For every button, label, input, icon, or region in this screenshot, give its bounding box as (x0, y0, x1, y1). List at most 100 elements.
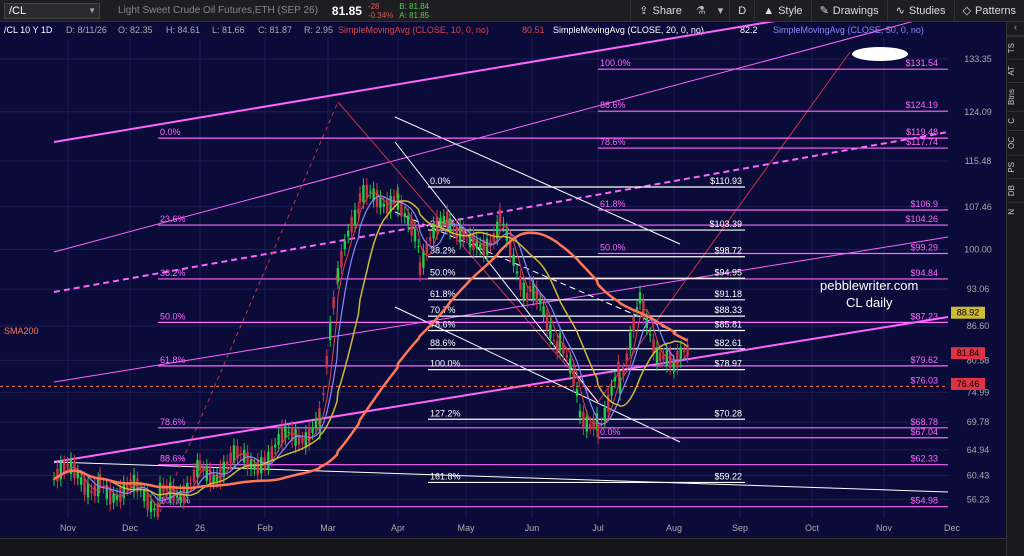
style-button[interactable]: ▲ Style (754, 0, 810, 22)
time-tick-label: Sep (732, 523, 748, 533)
candle-body (329, 322, 332, 340)
patterns-button[interactable]: ◇ Patterns (953, 0, 1024, 22)
candle-body (284, 426, 287, 439)
candle-body (332, 296, 335, 309)
candle-body (585, 416, 588, 432)
candle-body (635, 307, 639, 310)
sidebar-item-at[interactable]: AT (1006, 59, 1024, 82)
studies-icon: ∿ (895, 5, 905, 17)
candle-body (592, 419, 595, 430)
aggregation-button[interactable]: D (729, 0, 754, 22)
drawings-button[interactable]: ✎ Drawings (810, 0, 887, 22)
sidebar-item-ts[interactable]: TS (1006, 36, 1024, 60)
candle-body (322, 392, 325, 395)
fib-white-pct: 127.2% (430, 408, 461, 418)
price-tag-label: 81.84 (957, 348, 980, 358)
bottom-scrollbar[interactable] (0, 538, 1006, 556)
price-tick-label: 69.78 (967, 417, 990, 427)
fib-white-pct: 0.0% (430, 176, 451, 186)
fib-white-pct: 100.0% (430, 359, 461, 369)
studies-button[interactable]: ∿ Studies (886, 0, 954, 22)
fib-large-value: $104.26 (905, 214, 938, 224)
candle-body (400, 201, 403, 217)
symbol-text: /CL (9, 4, 27, 17)
sidebar-item-btns[interactable]: Btns (1006, 81, 1024, 111)
header-instrument: /CL 10 Y 1D (4, 25, 53, 35)
candle-body (515, 271, 519, 274)
drawings-label: Drawings (832, 4, 879, 17)
fib-large-value: $62.33 (910, 454, 938, 464)
candle-body (638, 292, 642, 304)
candle-body (369, 191, 372, 193)
price-chart[interactable]: /CL 10 Y 1D D: 8/11/26 O: 82.35 H: 84.61… (0, 0, 1006, 556)
fib-upper-pct: 0.0% (600, 427, 621, 437)
symbol-selector[interactable]: /CL ▼ (4, 2, 100, 19)
sma200-label: SMA200 (4, 326, 39, 336)
sidebar-item-n[interactable]: N (1006, 202, 1024, 222)
candle-body (267, 451, 270, 469)
change-pct: -0.34% (367, 10, 394, 20)
price-tick-label: 115.48 (965, 156, 992, 166)
candle-body (229, 452, 232, 463)
candle-body (519, 275, 522, 291)
chart-area[interactable]: /CL 10 Y 1D D: 8/11/26 O: 82.35 H: 84.61… (0, 0, 1006, 556)
candle-body (63, 462, 66, 473)
candle-body (357, 208, 360, 214)
time-tick-label: Jul (592, 523, 604, 533)
time-axis[interactable]: Nov Dec 26 Feb Mar Apr May Jun Jul Aug Sep Oct Nov De… (0, 520, 1006, 536)
fib-upper-pct: 61.8% (600, 199, 626, 209)
header-low: L: 81.66 (212, 25, 245, 35)
candle-body (189, 482, 192, 484)
fib-upper-pct: 78.6% (600, 137, 626, 147)
sidebar-item-c[interactable]: C (1006, 110, 1024, 130)
candle-body (143, 489, 146, 502)
candle-body (343, 240, 346, 250)
candle-body (575, 388, 579, 396)
price-axis[interactable]: 133.35 124.09 115.48 107.46 100.00 93.06 86.60… (950, 36, 1006, 520)
header-sma50-label: SimpleMovingAvg (CLOSE, 50, 0, no) (773, 25, 924, 35)
candle-body (498, 209, 502, 224)
candle-body (112, 493, 115, 503)
flask-icon[interactable]: ⚗ (690, 4, 712, 17)
candle-body (625, 353, 628, 362)
chevron-down-icon: ▼ (88, 6, 96, 15)
time-tick-label: May (457, 523, 475, 533)
candle-body (287, 431, 290, 433)
candle-body (66, 463, 69, 468)
candle-body (256, 459, 259, 475)
candle-body (226, 461, 229, 466)
chevron-down-icon[interactable]: ▾ (712, 4, 730, 17)
sidebar-collapse-icon[interactable]: ‹ (1006, 22, 1024, 36)
candle-body (596, 424, 600, 437)
candle-body (610, 386, 613, 396)
candle-body (410, 218, 413, 236)
fib-large-value: $79.62 (910, 355, 938, 365)
time-tick-label: 26 (195, 523, 205, 533)
fib-white-value: $82.61 (714, 338, 742, 348)
candle-body (311, 427, 314, 434)
candle-body (549, 324, 552, 338)
time-tick-label: Jun (525, 523, 540, 533)
candle-body (198, 460, 202, 471)
candle-body (565, 354, 568, 358)
right-sidebar: ‹ TS AT Btns C OC PS DB N (1006, 22, 1024, 556)
sidebar-item-db[interactable]: DB (1006, 178, 1024, 203)
candle-body (93, 485, 96, 497)
header-range: R: 2.95 (304, 25, 333, 35)
share-button[interactable]: ⇪ Share (630, 0, 690, 22)
fib-white-value: $103.39 (709, 219, 742, 229)
candle-body (617, 361, 620, 377)
candle-body (192, 469, 196, 482)
sidebar-item-ps[interactable]: PS (1006, 154, 1024, 179)
price-tag-label: 76.46 (957, 379, 980, 389)
candle-body (683, 350, 686, 353)
candle-body (362, 184, 365, 202)
header-sma10-label: SimpleMovingAvg (CLOSE, 10, 0, no) (338, 25, 489, 35)
watermark-caption: CL daily (846, 295, 893, 310)
candle-body (539, 299, 542, 305)
fib-white-pct: 161.8% (430, 471, 461, 481)
header-close: C: 81.87 (258, 25, 292, 35)
last-price: 81.85 (331, 3, 362, 18)
candle-body (455, 227, 458, 238)
sidebar-item-oc[interactable]: OC (1006, 129, 1024, 155)
